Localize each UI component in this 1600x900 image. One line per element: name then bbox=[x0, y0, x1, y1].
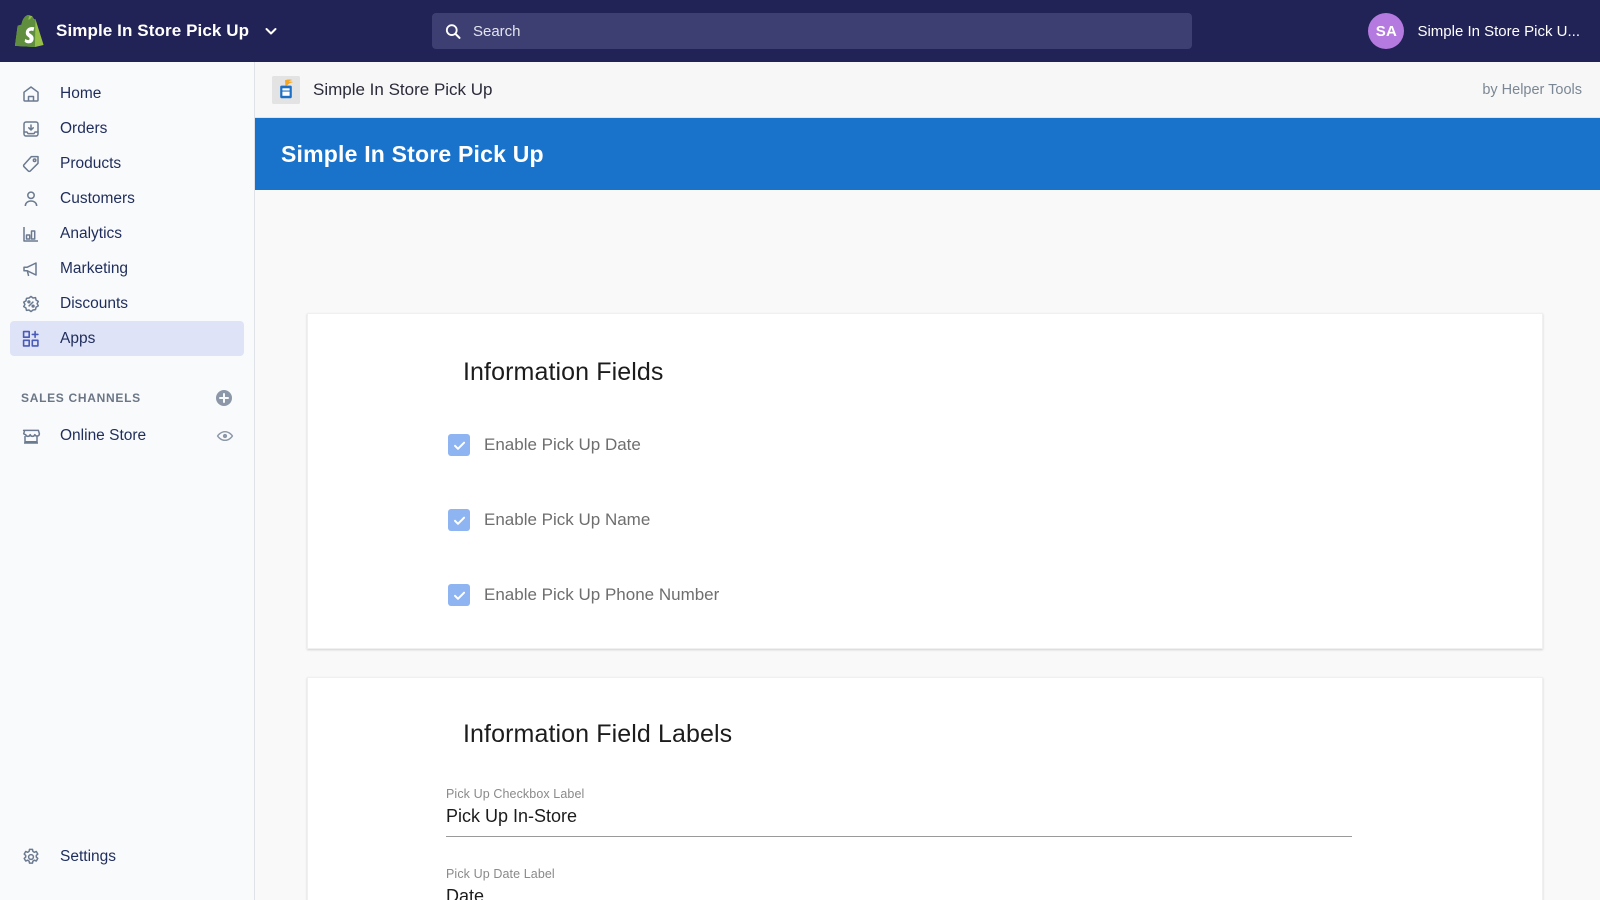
sales-channels-header: SALES CHANNELS bbox=[10, 384, 244, 412]
bar-chart-icon bbox=[21, 224, 41, 244]
search-box[interactable] bbox=[431, 13, 1192, 49]
checkbox-pickup-date[interactable] bbox=[448, 434, 470, 456]
sidebar-item-label: Marketing bbox=[60, 259, 129, 277]
app-byline: by Helper Tools bbox=[1482, 81, 1582, 98]
storefront-icon bbox=[21, 426, 41, 446]
information-field-labels-title: Information Field Labels bbox=[463, 720, 733, 748]
app-title: Simple In Store Pick Up bbox=[313, 79, 493, 99]
sidebar-item-settings[interactable]: Settings bbox=[10, 839, 244, 874]
checkmark-icon bbox=[453, 516, 465, 525]
avatar: SA bbox=[1368, 13, 1405, 49]
field-group-checkbox-label: Pick Up Checkbox Label bbox=[308, 787, 1542, 837]
app-content: Simple In Store Pick Up Information Fiel… bbox=[255, 118, 1600, 900]
sidebar-item-label: Products bbox=[60, 154, 122, 172]
checkmark-icon bbox=[453, 591, 465, 600]
search-icon bbox=[445, 23, 461, 39]
orders-icon bbox=[21, 119, 41, 139]
pickup-app-icon bbox=[272, 75, 300, 104]
checkbox-pickup-phone[interactable] bbox=[448, 584, 470, 606]
information-fields-card: Information Fields Enable Pick Up Date E… bbox=[307, 313, 1543, 649]
information-fields-title: Information Fields bbox=[463, 358, 664, 386]
field-label: Pick Up Checkbox Label bbox=[446, 787, 585, 801]
field-group-date-label: Pick Up Date Label bbox=[308, 867, 1542, 900]
user-name: Simple In Store Pick U... bbox=[1417, 22, 1580, 40]
shopify-bag-icon bbox=[15, 15, 44, 47]
sidebar-item-label: Settings bbox=[60, 847, 117, 865]
checkbox-label: Enable Pick Up Date bbox=[484, 435, 641, 454]
checkbox-label: Enable Pick Up Name bbox=[484, 510, 651, 529]
sidebar-item-analytics[interactable]: Analytics bbox=[10, 216, 244, 251]
information-field-labels-card: Information Field Labels Pick Up Checkbo… bbox=[307, 677, 1543, 900]
checkbox-pickup-name[interactable] bbox=[448, 509, 470, 531]
checkbox-row-pickup-date[interactable]: Enable Pick Up Date bbox=[308, 434, 1542, 456]
eye-icon[interactable] bbox=[216, 427, 234, 445]
sidebar-item-label: Discounts bbox=[60, 294, 129, 312]
sidebar-item-customers[interactable]: Customers bbox=[10, 181, 244, 216]
tag-icon bbox=[21, 154, 41, 174]
search-input[interactable] bbox=[472, 22, 1180, 40]
sidebar-item-online-store[interactable]: Online Store bbox=[10, 418, 244, 453]
sidebar-item-label: Online Store bbox=[60, 426, 147, 444]
sales-channels-title: SALES CHANNELS bbox=[21, 391, 141, 405]
sidebar-item-marketing[interactable]: Marketing bbox=[10, 251, 244, 286]
sidebar-item-label: Analytics bbox=[60, 224, 123, 242]
sidebar-item-label: Orders bbox=[60, 119, 108, 137]
app-banner: Simple In Store Pick Up bbox=[255, 118, 1600, 190]
search-area bbox=[255, 13, 1368, 49]
sidebar-item-label: Home bbox=[60, 84, 102, 102]
sidebar-item-apps[interactable]: Apps bbox=[10, 321, 244, 356]
plus-circle-icon[interactable] bbox=[215, 389, 233, 407]
checkbox-label: Enable Pick Up Phone Number bbox=[484, 585, 720, 604]
discount-icon bbox=[21, 294, 41, 314]
pickup-date-label-input[interactable] bbox=[446, 886, 1352, 900]
app-header: Simple In Store Pick Up by Helper Tools bbox=[255, 62, 1600, 118]
sidebar-item-products[interactable]: Products bbox=[10, 146, 244, 181]
top-bar: Simple In Store Pick Up SA Simple In Sto… bbox=[0, 0, 1600, 62]
checkbox-row-pickup-name[interactable]: Enable Pick Up Name bbox=[308, 509, 1542, 531]
field-label: Pick Up Date Label bbox=[446, 867, 555, 881]
checkmark-icon bbox=[453, 441, 465, 450]
store-switcher[interactable]: Simple In Store Pick Up bbox=[0, 0, 277, 62]
banner-title: Simple In Store Pick Up bbox=[281, 140, 544, 167]
gear-icon bbox=[21, 847, 41, 867]
sidebar-item-discounts[interactable]: Discounts bbox=[10, 286, 244, 321]
store-name: Simple In Store Pick Up bbox=[56, 21, 250, 40]
megaphone-icon bbox=[21, 259, 41, 279]
sidebar: Home Orders Products Customers Analytics… bbox=[0, 62, 255, 900]
home-icon bbox=[21, 84, 41, 104]
sidebar-item-home[interactable]: Home bbox=[10, 76, 244, 111]
person-icon bbox=[21, 189, 41, 209]
user-menu[interactable]: SA Simple In Store Pick U... bbox=[1368, 13, 1600, 49]
sidebar-item-label: Apps bbox=[60, 329, 96, 347]
sidebar-item-orders[interactable]: Orders bbox=[10, 111, 244, 146]
apps-icon bbox=[21, 329, 41, 349]
sidebar-nav: Home Orders Products Customers Analytics… bbox=[0, 62, 254, 356]
checkbox-row-pickup-phone[interactable]: Enable Pick Up Phone Number bbox=[308, 584, 1542, 606]
pickup-checkbox-label-input[interactable] bbox=[446, 806, 1352, 837]
sidebar-item-label: Customers bbox=[60, 189, 135, 207]
sidebar-settings-row: Settings bbox=[0, 839, 254, 874]
